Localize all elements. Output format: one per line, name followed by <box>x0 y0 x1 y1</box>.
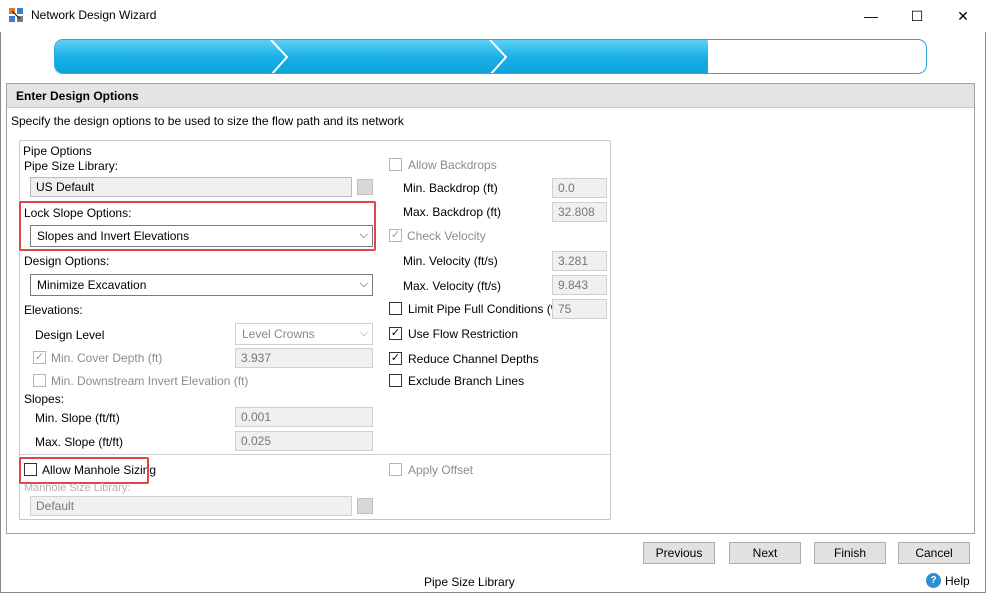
min-downstream-invert-checkbox[interactable] <box>33 374 46 387</box>
limit-pipe-full-label: Limit Pipe Full Conditions (%) <box>408 302 566 316</box>
min-cover-depth-checkbox[interactable]: ✓ <box>33 351 46 364</box>
wizard-progress-bar <box>54 39 927 74</box>
exclude-branch-lines-label: Exclude Branch Lines <box>408 374 525 388</box>
previous-button[interactable]: Previous <box>643 542 715 564</box>
manhole-size-library-field[interactable]: Default <box>30 496 352 516</box>
slopes-label: Slopes: <box>24 392 65 406</box>
lock-slope-highlight-box <box>19 201 376 251</box>
exclude-branch-lines-checkbox[interactable] <box>389 374 402 387</box>
design-level-value: Level Crowns <box>242 327 315 341</box>
pipe-size-library-label: Pipe Size Library: <box>24 159 119 173</box>
limit-pipe-full-checkbox[interactable] <box>389 302 402 315</box>
check-velocity-label: Check Velocity <box>407 229 486 243</box>
panel-header: Enter Design Options <box>7 84 974 108</box>
help-link[interactable]: ? Help <box>926 573 970 588</box>
group-divider <box>19 454 611 455</box>
design-options-value: Minimize Excavation <box>37 278 147 292</box>
reduce-channel-depths-checkbox[interactable]: ✓ <box>389 352 402 365</box>
min-velocity-field[interactable]: 3.281 <box>552 251 607 271</box>
status-bar-text: Pipe Size Library <box>424 575 515 589</box>
next-button[interactable]: Next <box>729 542 801 564</box>
design-level-dropdown[interactable]: Level Crowns ⌵ <box>235 323 373 345</box>
use-flow-restriction-label: Use Flow Restriction <box>408 327 519 341</box>
cancel-button[interactable]: Cancel <box>898 542 970 564</box>
progress-step-separators <box>270 40 726 73</box>
check-velocity-checkbox[interactable]: ✓ <box>389 229 402 242</box>
limit-pipe-full-field[interactable]: 75 <box>552 299 607 319</box>
min-backdrop-label: Min. Backdrop (ft) <box>403 181 498 195</box>
manhole-size-library-browse-button[interactable] <box>357 498 373 514</box>
chevron-down-icon: ⌵ <box>359 278 368 290</box>
title-bar: Network Design Wizard — ☐ ✕ <box>0 0 986 32</box>
progress-step-separator <box>489 40 508 73</box>
min-slope-field[interactable]: 0.001 <box>235 407 373 427</box>
max-backdrop-label: Max. Backdrop (ft) <box>403 205 502 219</box>
panel-title: Enter Design Options <box>16 89 139 103</box>
allow-backdrops-checkbox[interactable] <box>389 158 402 171</box>
elevations-label: Elevations: <box>24 303 83 317</box>
pipe-size-library-browse-button[interactable] <box>357 179 373 195</box>
min-cover-depth-field[interactable]: 3.937 <box>235 348 373 368</box>
pipe-options-group-label: Pipe Options <box>23 144 92 158</box>
design-level-label: Design Level <box>35 328 105 342</box>
help-label: Help <box>945 573 970 588</box>
manhole-sizing-highlight-box <box>19 457 149 484</box>
close-button[interactable]: ✕ <box>940 0 986 32</box>
maximize-button[interactable]: ☐ <box>894 0 940 32</box>
design-options-label: Design Options: <box>24 254 110 268</box>
pipe-size-library-field[interactable]: US Default <box>30 177 352 197</box>
use-flow-restriction-checkbox[interactable]: ✓ <box>389 327 402 340</box>
min-backdrop-field[interactable]: 0.0 <box>552 178 607 198</box>
apply-offset-label: Apply Offset <box>408 463 474 477</box>
max-velocity-field[interactable]: 9.843 <box>552 275 607 295</box>
design-options-dropdown[interactable]: Minimize Excavation ⌵ <box>30 274 373 296</box>
network-wizard-icon <box>8 7 24 23</box>
minimize-button[interactable]: — <box>848 0 894 32</box>
min-slope-label: Min. Slope (ft/ft) <box>35 411 120 425</box>
manhole-size-library-label: Manhole Size Library: <box>24 482 131 494</box>
apply-offset-checkbox[interactable] <box>389 463 402 476</box>
min-velocity-label: Min. Velocity (ft/s) <box>403 254 498 268</box>
help-icon: ? <box>926 573 941 588</box>
instructions-text: Specify the design options to be used to… <box>11 114 404 128</box>
progress-step-separator <box>707 40 726 73</box>
max-backdrop-field[interactable]: 32.808 <box>552 202 607 222</box>
reduce-channel-depths-label: Reduce Channel Depths <box>408 352 539 366</box>
min-downstream-invert-label: Min. Downstream Invert Elevation (ft) <box>51 374 249 388</box>
max-slope-label: Max. Slope (ft/ft) <box>35 435 124 449</box>
min-cover-depth-label: Min. Cover Depth (ft) <box>51 351 163 365</box>
window-title: Network Design Wizard <box>31 8 157 22</box>
max-velocity-label: Max. Velocity (ft/s) <box>403 279 502 293</box>
progress-step-separator <box>270 40 289 73</box>
max-slope-field[interactable]: 0.025 <box>235 431 373 451</box>
finish-button[interactable]: Finish <box>814 542 886 564</box>
allow-backdrops-label: Allow Backdrops <box>408 158 497 172</box>
chevron-down-icon: ⌵ <box>359 327 368 339</box>
